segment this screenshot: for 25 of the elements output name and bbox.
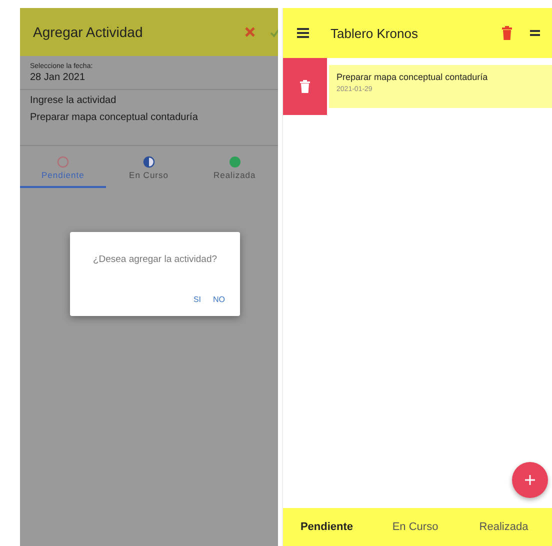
- menu-icon[interactable]: [296, 28, 309, 38]
- half-circle-icon: [142, 156, 155, 168]
- activity-title: Preparar mapa conceptual contaduría: [336, 72, 489, 82]
- trash-icon: [300, 80, 310, 93]
- screen-title: Agregar Actividad: [33, 24, 144, 40]
- activity-field[interactable]: Preparar mapa conceptual contaduría: [30, 112, 268, 123]
- status-tab[interactable]: En Curso: [106, 156, 192, 188]
- dialog-button[interactable]: NO: [210, 293, 228, 306]
- bottom-tab[interactable]: Pendiente: [282, 515, 372, 539]
- plus-icon: [525, 475, 535, 485]
- bottom-tab[interactable]: En Curso: [371, 515, 460, 539]
- trash-icon[interactable]: [502, 26, 512, 40]
- filled-circle-icon: [228, 156, 241, 168]
- empty-circle-icon: [56, 156, 69, 168]
- activity-label: Ingrese la actividad: [30, 95, 118, 106]
- status-tab[interactable]: Realizada: [192, 156, 278, 188]
- screen-title: Tablero Kronos: [330, 26, 419, 40]
- bottom-tab[interactable]: Realizada: [460, 515, 548, 539]
- equals-icon[interactable]: [530, 29, 540, 37]
- dialog-message: ¿Desea agregar la actividad?: [92, 254, 218, 267]
- dialog-button[interactable]: SI: [190, 293, 204, 306]
- date-field[interactable]: 28 Jan 2021: [30, 72, 268, 83]
- add-button[interactable]: [512, 462, 548, 498]
- delete-action[interactable]: [282, 58, 327, 115]
- close-icon[interactable]: [244, 26, 256, 38]
